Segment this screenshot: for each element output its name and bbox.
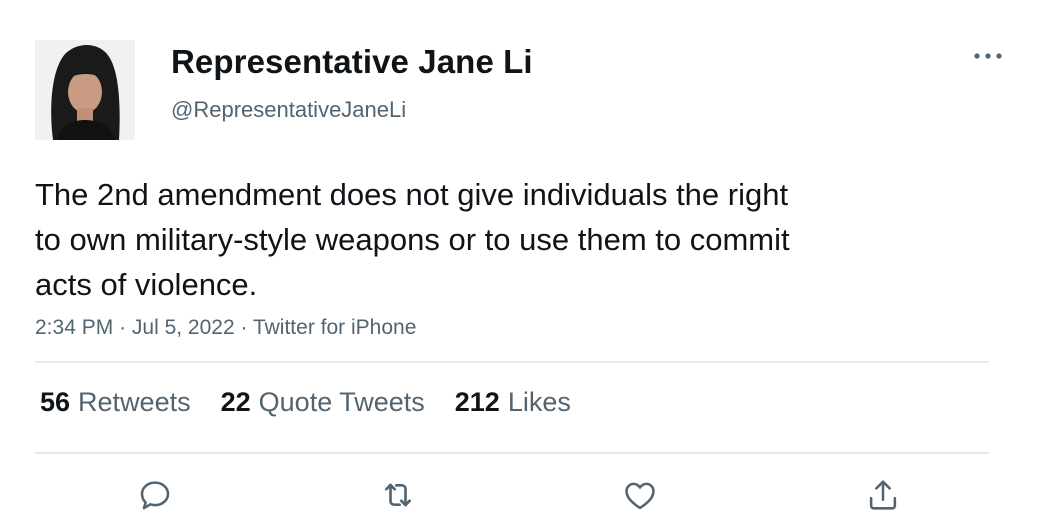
tweet-source[interactable]: Twitter for iPhone [253, 316, 416, 339]
likes-count: 212 [454, 387, 500, 417]
likes-stat[interactable]: 212 Likes [455, 387, 571, 418]
share-icon [869, 480, 897, 510]
tweet-text-line: The 2nd amendment does not give individu… [35, 177, 789, 212]
author-display-name[interactable]: Representative Jane Li [171, 43, 533, 81]
tweet-text-line: acts of violence. [35, 267, 258, 302]
retweets-label: Retweets [78, 387, 191, 417]
retweets-stat[interactable]: 56 Retweets [40, 387, 191, 418]
quote-tweets-label: Quote Tweets [258, 387, 425, 417]
more-options-icon[interactable] [968, 44, 1008, 68]
like-button[interactable] [615, 472, 665, 518]
tweet-metadata: 2:34 PM · Jul 5, 2022 · Twitter for iPho… [35, 316, 416, 340]
tweet-actions [0, 472, 1050, 522]
retweet-button[interactable] [373, 472, 423, 518]
retweets-count: 56 [40, 387, 71, 417]
profile-photo-icon [35, 40, 135, 140]
quote-tweets-stat[interactable]: 22 Quote Tweets [221, 387, 425, 418]
quote-tweets-count: 22 [220, 387, 251, 417]
reply-icon [140, 481, 170, 510]
avatar[interactable] [35, 40, 135, 140]
meta-separator: · [119, 316, 127, 339]
tweet-text-line: to own military-style weapons or to use … [35, 222, 790, 257]
meta-separator: · [240, 316, 248, 339]
author-handle[interactable]: @RepresentativeJaneLi [171, 97, 406, 123]
likes-label: Likes [507, 387, 571, 417]
divider [35, 361, 989, 363]
tweet-time[interactable]: 2:34 PM [35, 316, 113, 339]
retweet-icon [385, 483, 411, 507]
tweet-stats: 56 Retweets 22 Quote Tweets 212 Likes [40, 387, 571, 418]
share-button[interactable] [858, 472, 908, 518]
reply-button[interactable] [130, 472, 180, 518]
tweet-date[interactable]: Jul 5, 2022 [132, 316, 235, 339]
divider [35, 452, 989, 454]
like-icon [625, 482, 655, 510]
tweet-text: The 2nd amendment does not give individu… [35, 172, 965, 307]
